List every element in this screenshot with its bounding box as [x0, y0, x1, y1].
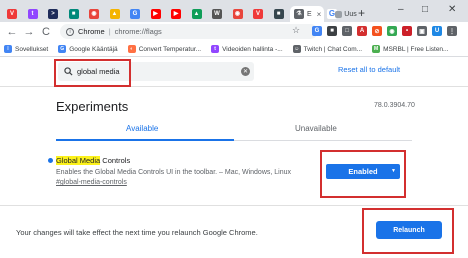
url-text: chrome://flags — [114, 27, 162, 36]
tab[interactable]: V — [2, 6, 22, 22]
reload-button[interactable]: C — [40, 25, 52, 39]
tab[interactable]: ▶ — [146, 6, 166, 22]
tab[interactable]: ◉ — [228, 6, 248, 22]
tabs-divider — [234, 140, 412, 141]
bookmark-label: Twitch | Chat Com... — [303, 45, 363, 53]
experiment-anchor-link[interactable]: #global-media-controls — [56, 179, 127, 186]
google-icon: G — [130, 9, 140, 19]
tab[interactable]: ▲ — [187, 6, 207, 22]
tab[interactable]: ▲ — [105, 6, 125, 22]
bookmark-star-icon[interactable]: ☆ — [292, 25, 300, 36]
footer-divider — [0, 205, 468, 206]
bookmark-item[interactable]: ⁞ Sovellukset — [4, 45, 48, 53]
youtube-icon: ▶ — [150, 9, 161, 19]
relaunch-message: Your changes will take effect the next t… — [16, 228, 258, 237]
menu-icon[interactable]: ⋮ — [447, 26, 457, 36]
tab[interactable]: ■ — [64, 6, 84, 22]
new-tab-button[interactable]: + — [358, 6, 365, 20]
blocker-icon[interactable]: ⊘ — [372, 26, 382, 36]
bookmark-label: Google Kääntäjä — [69, 45, 118, 53]
tab-active-label: E — [307, 10, 312, 18]
page-title: Experiments — [56, 99, 129, 114]
page-icon — [335, 10, 343, 18]
tab[interactable]: V — [248, 6, 268, 22]
bookmark-item[interactable]: t Videoiden hallinta -... — [211, 45, 283, 53]
tab[interactable]: t — [23, 6, 43, 22]
bookmark-label: Videoiden hallinta -... — [222, 45, 283, 53]
window-icon[interactable]: □ — [342, 26, 352, 36]
tab[interactable]: ■ — [269, 6, 289, 22]
bookmark-item[interactable]: G Google Kääntäjä — [58, 45, 118, 53]
tab-new-page-label: Uus — [344, 10, 357, 18]
bookmark-item[interactable]: ◐ Convert Temperatur... — [127, 45, 202, 53]
version-label: 78.0.3904.70 — [374, 102, 415, 109]
site-info-icon[interactable]: i — [66, 27, 74, 36]
chrome-icon[interactable]: ◉ — [387, 26, 397, 36]
youtube-icon: ▶ — [171, 9, 181, 19]
close-window-button[interactable]: ✕ — [448, 4, 456, 15]
wikipedia-icon: W — [212, 9, 222, 19]
puzzle-icon: ▲ — [109, 9, 120, 19]
back-button[interactable]: ← — [6, 25, 18, 39]
tab-new-page[interactable]: Uus — [334, 6, 358, 22]
extension-icon[interactable]: ■ — [327, 26, 337, 36]
active-tab-indicator — [56, 139, 234, 141]
flags-tabs: Available Unavailable — [56, 124, 412, 141]
minimize-button[interactable]: – — [398, 4, 404, 15]
terminal-icon: > — [48, 9, 58, 19]
experiment-name-highlight: Global Media — [56, 156, 101, 165]
annotation-box-enabled — [320, 150, 406, 198]
tab[interactable]: > — [43, 6, 63, 22]
experiment-name-rest: Controls — [100, 156, 131, 165]
drive-icon: ▲ — [191, 9, 202, 19]
tab[interactable]: G — [125, 6, 145, 22]
experiment-name: Global Media Controls — [56, 156, 130, 165]
annotation-box-search — [54, 59, 131, 87]
twitch-icon: t — [27, 9, 38, 19]
bookmark-icon: ■ — [68, 9, 79, 19]
tab[interactable]: ◉ — [84, 6, 104, 22]
flask-icon: ⚗ — [294, 9, 304, 19]
experiment-description: Enables the Global Media Controls UI in … — [56, 169, 292, 176]
forward-button[interactable]: → — [23, 25, 35, 39]
browser-toolbar: ← → C i Chrome | chrome://flags ☆ — [0, 22, 468, 42]
tab-available[interactable]: Available — [126, 124, 158, 133]
address-bar[interactable]: i Chrome | chrome://flags ☆ — [60, 24, 318, 39]
chat-icon: ☺ — [292, 45, 301, 53]
annotation-box-relaunch — [362, 208, 454, 254]
cast-icon[interactable]: ▣ — [417, 26, 427, 36]
apps-icon: ⁞ — [4, 45, 12, 53]
tab-active[interactable]: ⚗ E × — [290, 6, 324, 22]
adblock-icon[interactable]: A — [357, 26, 367, 36]
reset-all-button[interactable]: Reset all to default — [338, 65, 400, 74]
clear-search-icon[interactable]: ✕ — [241, 67, 250, 76]
chrome-icon: ◉ — [89, 9, 99, 19]
vivaldi-icon: V — [7, 9, 17, 19]
lastpass-icon[interactable]: • — [402, 26, 412, 36]
modified-flag-indicator — [48, 158, 53, 163]
bookmarks-bar: ⁞ Sovellukset G Google Kääntäjä ◐ Convert Tem… — [0, 42, 468, 57]
maximize-button[interactable]: □ — [422, 4, 428, 15]
tab[interactable]: ▶ — [166, 6, 186, 22]
url-separator: | — [108, 27, 111, 36]
google-icon[interactable]: G — [312, 26, 322, 36]
translate-icon: G — [58, 45, 67, 53]
bookmark-label: MSRBL | Free Listen... — [383, 45, 449, 53]
msrbl-icon: M — [372, 45, 381, 53]
bookmark-label: Sovellukset — [15, 45, 49, 53]
tab[interactable]: W — [207, 6, 227, 22]
twitch-icon: t — [211, 45, 220, 53]
bookmark-item[interactable]: M MSRBL | Free Listen... — [372, 45, 448, 53]
tab-unavailable[interactable]: Unavailable — [295, 124, 337, 133]
chrome-icon: ◉ — [232, 9, 243, 19]
bookmark-label: Convert Temperatur... — [138, 45, 202, 53]
bookmark-item[interactable]: ☺ Twitch | Chat Com... — [292, 45, 363, 53]
vivaldi-icon: V — [253, 9, 263, 19]
avatar-icon[interactable]: U — [432, 26, 442, 36]
bookmark-icon: ■ — [273, 9, 284, 19]
tab-strip: Vt > ■ ◉ ▲ G ▶ ▶ ▲ W ◉ V ■ ⚗ E × G Uus + – □ ✕ — [0, 0, 468, 22]
close-tab-icon[interactable]: × — [317, 10, 322, 19]
url-scheme: Chrome — [78, 27, 105, 36]
convert-icon: ◐ — [127, 45, 136, 53]
